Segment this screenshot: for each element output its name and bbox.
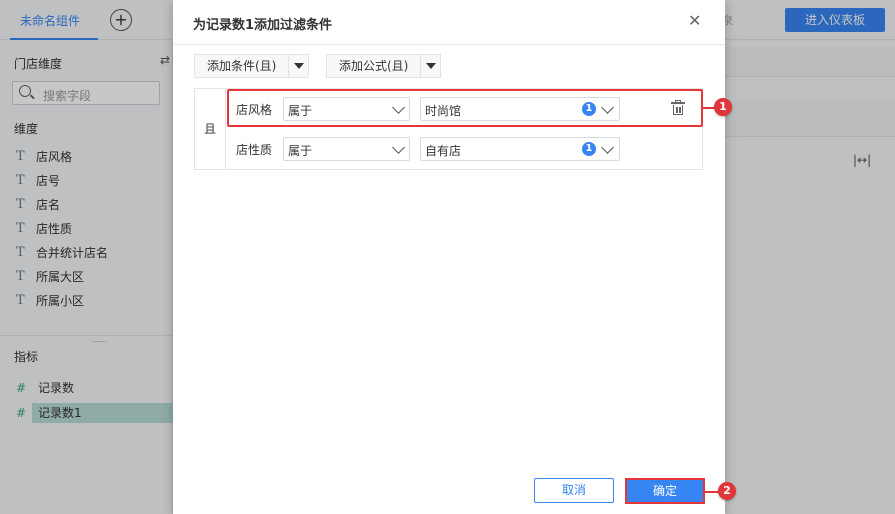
chevron-down-icon — [601, 141, 614, 154]
condition-field: 店性质 — [236, 143, 273, 157]
annotation-connector — [705, 491, 719, 493]
condition-row: 店性质 属于 自有店 1 — [226, 129, 702, 169]
value-select[interactable]: 自有店 1 — [420, 137, 620, 161]
highlight-confirm-button — [625, 478, 705, 504]
chevron-down-icon — [392, 141, 405, 154]
cancel-button[interactable]: 取消 — [534, 478, 614, 503]
close-icon[interactable]: ✕ — [688, 13, 701, 29]
highlight-condition-row — [227, 89, 703, 127]
add-formula-button[interactable]: 添加公式(且) — [326, 54, 442, 78]
dialog-header-divider — [173, 44, 725, 45]
operator-select[interactable]: 属于 — [283, 137, 410, 161]
selected-count-badge: 1 — [582, 142, 596, 156]
caret-down-icon[interactable] — [420, 55, 440, 77]
dialog-title: 为记录数1添加过滤条件 — [193, 18, 333, 33]
step-badge-1: 1 — [714, 98, 732, 116]
add-condition-button[interactable]: 添加条件(且) — [194, 54, 310, 78]
caret-down-icon[interactable] — [288, 55, 308, 77]
filter-dialog: 为记录数1添加过滤条件 ✕ 添加条件(且) 添加公式(且) 且 店风格 属于 时… — [173, 0, 725, 514]
logic-and-label[interactable]: 且 — [195, 89, 226, 169]
step-badge-2: 2 — [718, 482, 736, 500]
